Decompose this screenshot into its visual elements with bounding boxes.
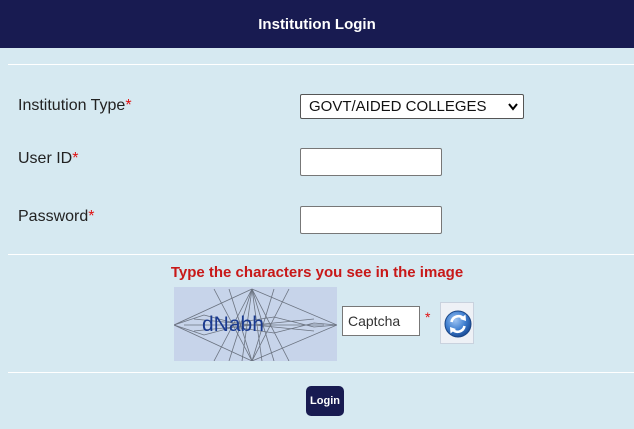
institution-type-label: Institution Type*	[18, 97, 132, 115]
password-label-text: Password	[18, 208, 89, 225]
user-id-label: User ID*	[18, 150, 78, 168]
captcha-instruction: Type the characters you see in the image	[170, 264, 464, 281]
required-marker: *	[72, 150, 79, 167]
divider	[8, 254, 634, 255]
institution-type-selected-value: GOVT/AIDED COLLEGES	[309, 98, 487, 115]
login-header: Institution Login	[0, 0, 634, 48]
divider	[8, 64, 634, 65]
divider	[8, 372, 634, 373]
chevron-down-icon	[508, 95, 518, 126]
captcha-image: dNabh	[174, 287, 337, 361]
required-marker: *	[125, 97, 132, 114]
login-button[interactable]: Login	[306, 386, 344, 416]
user-id-label-text: User ID	[18, 150, 73, 167]
captcha-required-marker: *	[425, 309, 431, 325]
captcha-placeholder: Captcha	[348, 313, 401, 329]
refresh-captcha-button[interactable]	[440, 302, 474, 344]
required-marker: *	[88, 208, 95, 225]
institution-type-label-text: Institution Type	[18, 97, 126, 114]
user-id-field[interactable]	[300, 148, 442, 176]
institution-type-select[interactable]: GOVT/AIDED COLLEGES	[300, 94, 524, 119]
captcha-input[interactable]: Captcha	[342, 306, 420, 336]
page-title: Institution Login	[258, 15, 376, 33]
captcha-text: dNabh	[202, 313, 264, 336]
refresh-icon	[444, 310, 472, 338]
password-label: Password*	[18, 208, 94, 226]
password-field[interactable]	[300, 206, 442, 234]
